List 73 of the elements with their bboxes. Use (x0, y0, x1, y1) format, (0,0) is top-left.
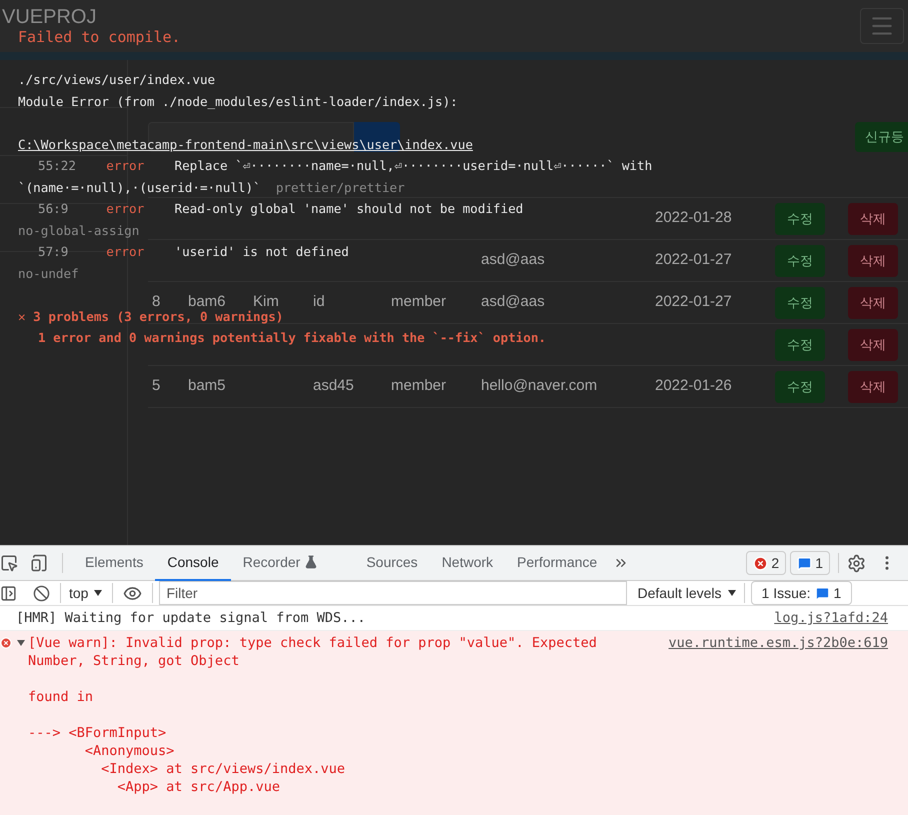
sidebar-toggle-icon[interactable] (0, 584, 17, 602)
table-cell: 2022-01-27 (655, 293, 732, 310)
levels-select[interactable]: Default levels (637, 582, 736, 604)
devtools-tab[interactable]: Console (155, 546, 231, 580)
file-path[interactable]: C:\Workspace\metacamp-frontend-main\src\views\user\index.vue (18, 134, 473, 155)
delete-button[interactable]: 삭제 (848, 328, 898, 360)
table-cell: id (313, 293, 325, 310)
table-cell: asd45 (313, 377, 354, 394)
overlay-title: Failed to compile. (18, 27, 181, 47)
edit-button[interactable]: 수정 (775, 370, 825, 402)
dropdown-icon (94, 590, 102, 596)
table-cell: 2022-01-27 (655, 251, 732, 268)
delete-button[interactable]: 삭제 (848, 370, 898, 402)
devtools-tab[interactable]: Network (430, 546, 506, 580)
devtools-tab[interactable]: Performance (505, 546, 610, 580)
edit-button[interactable]: 수정 (775, 202, 825, 234)
edit-button[interactable]: 수정 (775, 328, 825, 360)
console-message: [Vue warn]: Invalid prop: type check failed for prop "value". Expected Number, String, got Object found in ---> <BFormInput> <Anonymous> <Index> at src/views/index.vue <App> at src/App.vue (28, 634, 598, 796)
inspect-icon[interactable] (0, 554, 18, 572)
context-select[interactable]: top (69, 582, 102, 604)
table-cell: 2022-01-28 (655, 209, 732, 226)
error-icon (0, 637, 12, 649)
settings-icon[interactable] (847, 554, 866, 572)
clear-icon[interactable] (33, 584, 50, 602)
table-cell: 2022-01-26 (655, 377, 732, 394)
flask-icon (304, 555, 318, 569)
problem-summary: ✕ 3 problems (3 errors, 0 warnings) (18, 308, 284, 326)
message-icon (797, 556, 812, 570)
new-button[interactable]: 신규등 (855, 122, 908, 152)
devtools-tab[interactable]: Sources (354, 546, 430, 580)
error-icon (753, 556, 768, 570)
edit-button[interactable]: 수정 (775, 286, 825, 318)
error-count: 2 (771, 554, 780, 572)
expand-icon[interactable] (17, 640, 26, 647)
table-cell: member (391, 377, 446, 394)
devtools-tab[interactable]: Elements (73, 546, 156, 580)
file-name: ./src/views/user/index.vue (18, 71, 216, 89)
issues-button[interactable]: 1 Issue: 1 (750, 581, 852, 605)
table-cell: hello@naver.com (481, 377, 598, 394)
table-cell: asd@aas (481, 251, 545, 268)
table-cell: 8 (152, 293, 160, 310)
fix-hint: 1 error and 0 warnings potentially fixable with the `--fix` option. (38, 329, 546, 347)
delete-button[interactable]: 삭제 (848, 202, 898, 234)
module-error: Module Error (from ./node_modules/eslint-loader/index.js): (18, 92, 458, 111)
table-cell: asd@aas (481, 293, 545, 310)
brand-name[interactable]: VUEPROJ (2, 6, 96, 28)
devtools-tab[interactable]: Recorder (230, 546, 330, 580)
delete-button[interactable]: 삭제 (848, 244, 898, 276)
issues-count: 1 (834, 584, 842, 602)
error-count-badge[interactable]: 2 (746, 551, 786, 575)
filter-field[interactable]: Filter (159, 581, 628, 605)
rule-name: no-global-assign (18, 222, 140, 240)
dropdown-icon (728, 590, 736, 596)
issues-label: 1 Issue: (762, 584, 811, 602)
rule-name: no-undef (18, 264, 79, 282)
source-link[interactable]: vue.runtime.esm.js?2b0e:619 (668, 634, 888, 652)
edit-button[interactable]: 수정 (775, 244, 825, 276)
table-cell: Kim (253, 293, 279, 310)
caret-icon (17, 640, 25, 646)
lint-error: 56:9 error Read-only global 'name' should not be modified (37, 200, 524, 218)
message-count: 1 (815, 554, 823, 572)
device-icon[interactable] (30, 554, 48, 572)
message-count-badge[interactable]: 1 (790, 551, 830, 575)
table-cell: bam5 (188, 377, 226, 394)
delete-button[interactable]: 삭제 (848, 286, 898, 318)
message-icon (814, 586, 830, 600)
table-cell: 5 (152, 377, 160, 394)
lint-error: 57:9 error 'userid' is not defined (37, 243, 349, 261)
table-cell: bam6 (188, 293, 226, 310)
table-cell: member (391, 293, 446, 310)
lint-error: 55:22 error Replace `⏎········name=·null,⏎········userid=·null⏎······` with `(name·=·null),·(userid·=·null)` prettier/prettier (18, 157, 654, 197)
console-message: [HMR] Waiting for update signal from WDS... (16, 610, 366, 626)
source-link[interactable]: log.js?1afd:24 (774, 609, 888, 627)
